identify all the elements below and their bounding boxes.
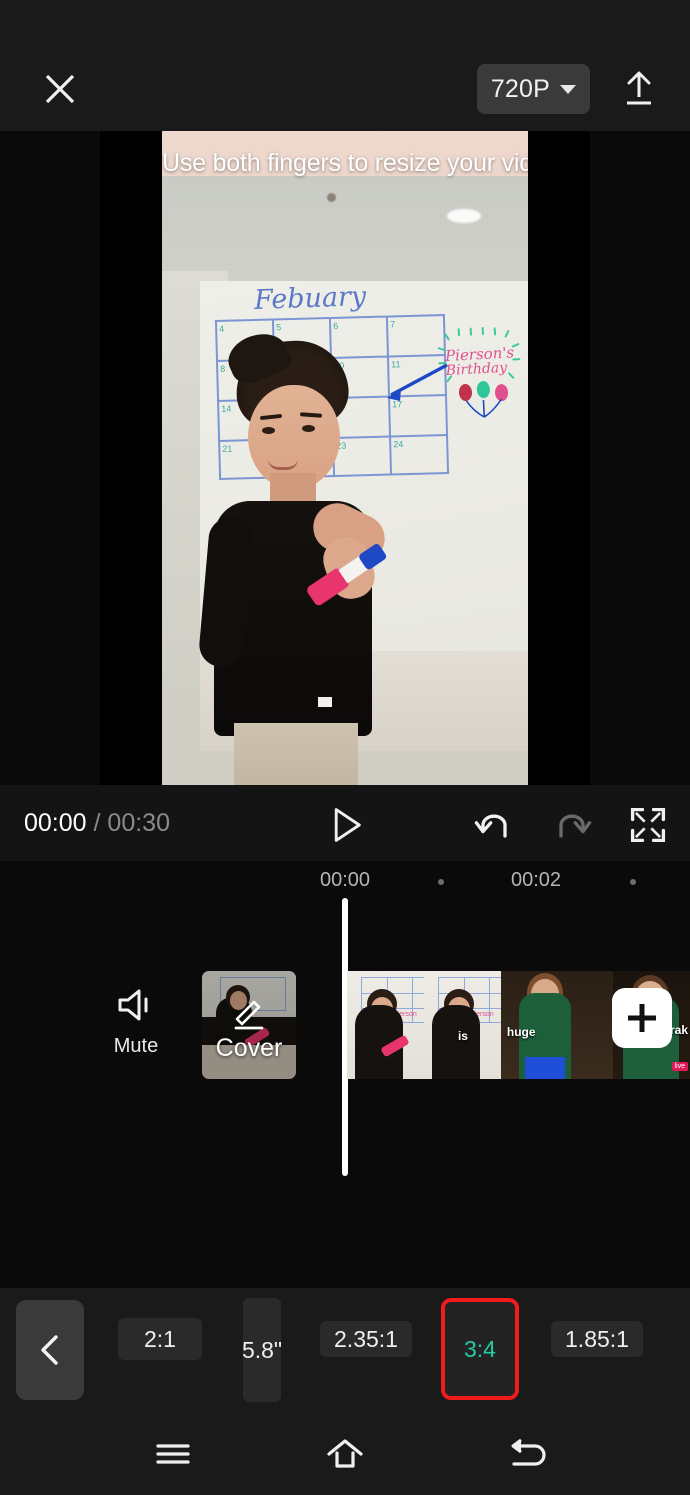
- table-row[interactable]: huge: [500, 971, 614, 1079]
- ratio-option-2-35-1[interactable]: 2.35:1: [320, 1321, 412, 1357]
- resolution-selector[interactable]: 720P: [476, 64, 590, 114]
- ratio-option-3-4[interactable]: 3:4: [441, 1298, 519, 1400]
- redo-icon[interactable]: [550, 803, 594, 847]
- table-row[interactable]: Pierson is: [423, 971, 501, 1079]
- top-bar: 720P: [0, 0, 690, 131]
- system-nav-bar: [0, 1412, 690, 1495]
- timeline-panel[interactable]: 00:00 00:02 Mute Cover Pierson Pierson i…: [0, 861, 690, 1288]
- resize-hint-overlay: Use both fingers to resize your video: [162, 149, 528, 177]
- mute-label: Mute: [113, 1035, 159, 1057]
- ratio-back-button[interactable]: [16, 1300, 84, 1400]
- time-display: 00:00 / 00:30: [24, 809, 170, 838]
- resolution-label: 720P: [490, 74, 550, 103]
- birthday-note-line2: Birthday: [445, 359, 508, 379]
- back-icon[interactable]: [496, 1432, 556, 1476]
- export-button[interactable]: [613, 62, 665, 116]
- ruler-label-2: 00:02: [511, 869, 562, 891]
- whiteboard-birthday-note: Pierson's Birthday: [437, 325, 528, 421]
- video-editor-screen: 720P Febuary 4 5 6 7 8 11 14 17 21 23 24…: [0, 0, 690, 1495]
- cover-button[interactable]: Cover: [202, 971, 296, 1079]
- mute-button[interactable]: Mute: [108, 985, 164, 1059]
- recent-apps-icon[interactable]: [143, 1432, 203, 1476]
- video-scene: Febuary 4 5 6 7 8 9: [162, 131, 528, 785]
- ratio-option-5-8in[interactable]: 5.8": [242, 1298, 282, 1402]
- ruler-dot-3: [630, 879, 636, 885]
- ratio-option-1-85-1[interactable]: 1.85:1: [551, 1321, 643, 1357]
- total-time: 00:30: [107, 809, 170, 837]
- play-icon[interactable]: [323, 803, 367, 847]
- video-subject: [197, 324, 393, 785]
- clip-caption: huge: [506, 1025, 536, 1039]
- fullscreen-icon[interactable]: [626, 803, 670, 847]
- time-separator: /: [93, 809, 101, 837]
- undo-icon[interactable]: [472, 803, 516, 847]
- playback-bar: 00:00 / 00:30: [0, 785, 690, 861]
- cover-label: Cover: [215, 1034, 283, 1062]
- speaker-mute-icon: [118, 989, 148, 1021]
- ruler-dot-1: [438, 879, 444, 885]
- aspect-ratio-bar: 2:1 5.8" 2.35:1 3:4 1.85:1: [0, 1288, 690, 1412]
- home-icon[interactable]: [315, 1432, 375, 1476]
- video-preview-canvas[interactable]: Febuary 4 5 6 7 8 9: [100, 131, 590, 785]
- add-clip-button[interactable]: [612, 988, 672, 1048]
- ratio-option-2-1[interactable]: 2:1: [118, 1318, 202, 1360]
- clip-caption: is: [457, 1029, 468, 1043]
- video-frame[interactable]: Febuary 4 5 6 7 8 9: [162, 131, 528, 785]
- ruler-label-0: 00:00: [320, 869, 371, 891]
- whiteboard-calendar-title: Febuary: [253, 281, 367, 316]
- chevron-down-icon: [560, 84, 576, 94]
- table-row[interactable]: Pierson: [347, 971, 424, 1079]
- pencil-edit-icon: [234, 1000, 264, 1030]
- current-time: 00:00: [24, 809, 87, 837]
- plus-icon: [628, 1004, 656, 1032]
- chevron-left-icon: [41, 1335, 58, 1365]
- close-icon[interactable]: [36, 65, 84, 113]
